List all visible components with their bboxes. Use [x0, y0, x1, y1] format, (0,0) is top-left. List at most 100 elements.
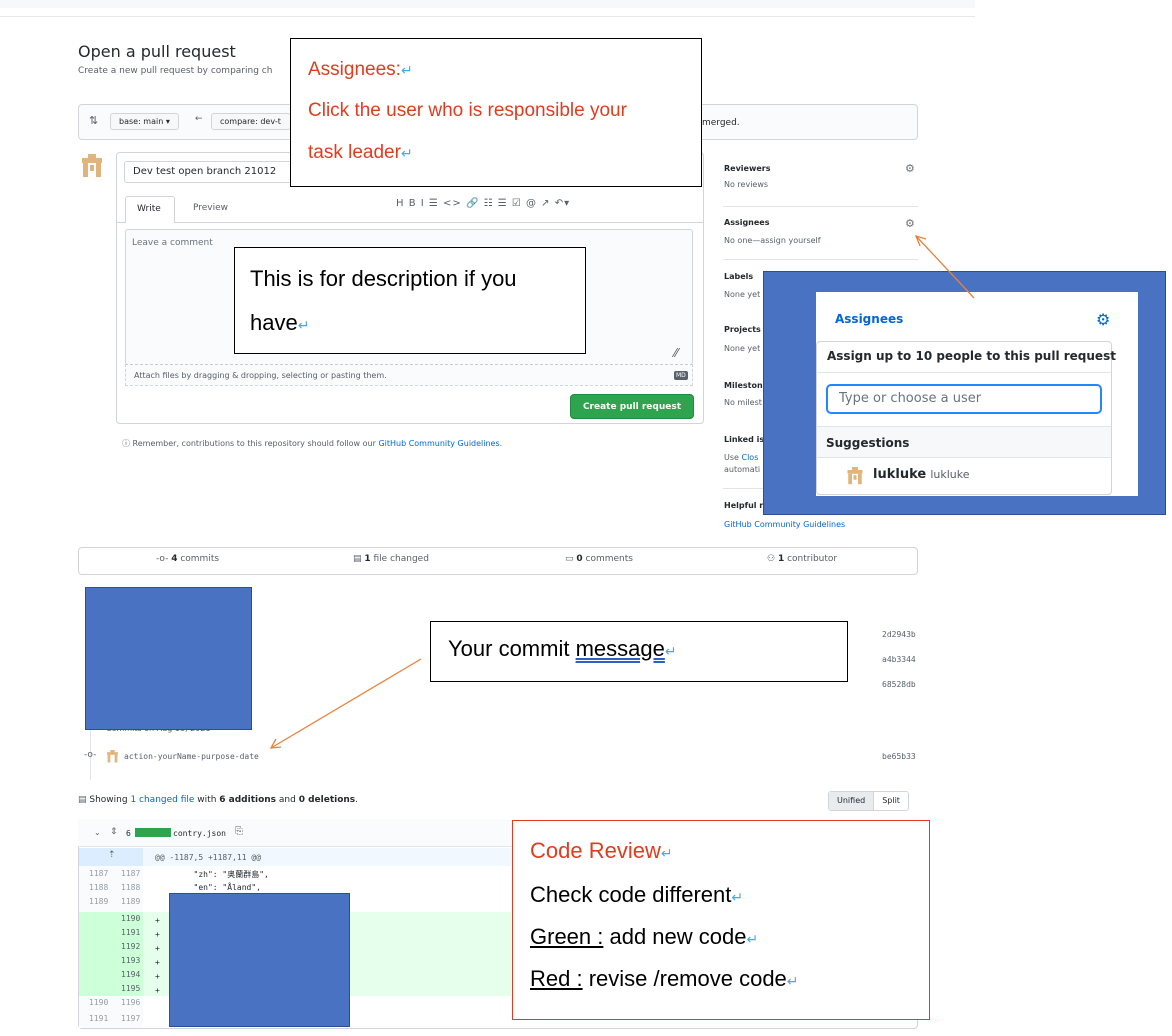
chevron-down-icon[interactable]: ⌄ [94, 828, 101, 837]
commits-tab[interactable]: -o- 4 commits [156, 554, 219, 564]
dropdown-divider [817, 372, 1111, 373]
commit-author-avatar [107, 750, 118, 763]
guidelines-link[interactable]: GitHub Community Guidelines [378, 439, 499, 448]
new-line-number: 1195 [121, 984, 141, 993]
expand-icon[interactable]: ⇕ [110, 827, 118, 837]
markdown-icon: MD [674, 371, 688, 380]
assignees-value[interactable]: No one—assign yourself [724, 236, 821, 245]
labels-heading[interactable]: Labels [724, 272, 753, 281]
commit-callout-text: Your commit message↵ [448, 636, 677, 662]
guidelines-notice-end: . [499, 439, 503, 448]
added-line-numbers: 1190 1191 1192 1193 1194 1195 [121, 912, 140, 996]
people-icon: ⚇ [767, 554, 778, 564]
return-mark-icon: ↵ [297, 317, 310, 333]
split-button[interactable]: Split [874, 792, 908, 810]
commit-sha[interactable]: 68528db [882, 680, 916, 689]
user-avatar [82, 154, 102, 177]
return-mark-icon: ↵ [660, 845, 673, 861]
comments-label: comments [582, 554, 633, 564]
guidelines-notice: ⓘ Remember, contributions to this reposi… [122, 438, 502, 449]
old-line-number: 1188 [89, 883, 109, 892]
contributors-tab[interactable]: ⚇ 1 contributor [767, 554, 837, 564]
commit-sha[interactable]: be65b33 [882, 752, 916, 761]
hunk-header: @@ -1187,5 +1187,11 @@ [155, 853, 261, 862]
assignees-heading[interactable]: Assignees [724, 218, 770, 227]
resize-handle-icon[interactable]: ⁄⁄ [674, 346, 678, 360]
old-line-number: 1189 [89, 897, 109, 906]
commit-sha[interactable]: 2d2943b [882, 630, 916, 639]
page-title: Open a pull request [78, 42, 236, 61]
milestone-value: No milest [724, 398, 762, 407]
assignees-callout-line: task leader↵ [308, 142, 413, 164]
description-callout-line: This is for description if you [250, 266, 517, 291]
diff-code-line: "zh": "奥蘭群島", [155, 870, 269, 879]
new-line-number: 1196 [121, 998, 141, 1007]
old-line-number: 1191 [89, 1014, 109, 1023]
return-mark-icon: ↵ [400, 62, 413, 78]
files-tab[interactable]: ▤ 1 file changed [353, 554, 429, 564]
user-search-input[interactable]: Type or choose a user [826, 384, 1102, 414]
gear-icon[interactable]: ⚙ [1096, 310, 1110, 329]
popover-title: Assignees [835, 312, 904, 326]
code-review-red-line: Red : revise /remove code↵ [530, 966, 799, 992]
new-line-number: 1194 [121, 970, 141, 979]
suggested-user-name: lukluke [930, 468, 970, 481]
reviewers-gear-icon[interactable]: ⚙ [905, 162, 915, 175]
arrow-to-commit [270, 658, 422, 749]
helpful-link[interactable]: GitHub Community Guidelines [724, 520, 845, 529]
callout-underlined-text: message [575, 636, 665, 661]
commit-icon: -o- [156, 554, 172, 564]
new-line-number: 1192 [121, 942, 141, 951]
dropdown-header: Assign up to 10 people to this pull requ… [827, 349, 1116, 363]
suggested-user-avatar [847, 467, 863, 485]
unified-button[interactable]: Unified [829, 792, 875, 810]
base-branch-button[interactable]: base: main ▾ [110, 113, 179, 130]
arrow-left-icon: ← [195, 114, 203, 124]
comments-tab[interactable]: ▭ 0 comments [565, 554, 633, 564]
callout-line-text: have [250, 310, 298, 335]
showing-end: . [355, 795, 359, 805]
description-callout-line: have↵ [250, 310, 309, 336]
tab-write[interactable]: Write [125, 196, 175, 223]
assignees-gear-icon[interactable]: ⚙ [905, 217, 915, 230]
projects-heading[interactable]: Projects [724, 325, 761, 334]
markdown-toolbar[interactable]: H B I ☰ <> 🔗 ☷ ☰ ☑ @ ↗ ↶▾ [396, 198, 570, 209]
commit-message[interactable]: action-yourName-purpose-date [124, 752, 259, 761]
callout-line-text: task leader [308, 142, 401, 163]
return-mark-icon: ↵ [786, 973, 799, 989]
return-mark-icon: ↵ [400, 145, 413, 161]
arrowhead [269, 738, 282, 749]
suggested-user[interactable]: lukluke lukluke [873, 467, 970, 482]
linked-issues-value-2: automati [724, 465, 761, 474]
compare-branch-button[interactable]: compare: dev-t [211, 113, 291, 130]
top-divider [0, 16, 975, 17]
diff-view-toggle: Unified Split [828, 791, 909, 811]
new-line-number: 1190 [121, 914, 141, 923]
callout-heading-text: Code Review [530, 838, 661, 863]
reviewers-heading[interactable]: Reviewers [724, 164, 771, 173]
linked-link[interactable]: Clos [742, 453, 759, 462]
return-mark-icon: ↵ [746, 931, 759, 947]
comment-placeholder: Leave a comment [132, 238, 213, 248]
expand-up-icon[interactable]: ⇡ [108, 850, 116, 860]
green-text: add new code [603, 924, 747, 949]
commit-sha[interactable]: a4b3344 [882, 655, 916, 664]
showing-text: Showing [89, 795, 131, 805]
diff-file-name[interactable]: contry.json [173, 829, 226, 838]
suggestions-label: Suggestions [817, 426, 1111, 458]
milestone-heading[interactable]: Mileston [724, 381, 763, 390]
diffstat-bar [135, 828, 171, 837]
assignees-callout-heading: Assignees:↵ [308, 59, 413, 81]
changed-files-link[interactable]: 1 changed file [130, 795, 194, 805]
tab-preview[interactable]: Preview [193, 203, 228, 213]
redaction-mask [169, 893, 350, 1027]
files-label: file changed [370, 554, 429, 564]
new-line-number: 1187 [121, 869, 141, 878]
green-label: Green : [530, 924, 604, 949]
new-line-number: 1189 [121, 897, 141, 906]
copy-icon[interactable]: ⎘ [235, 826, 243, 837]
attach-files-bar[interactable]: Attach files by dragging & dropping, sel… [125, 364, 693, 386]
new-line-number: 1188 [121, 883, 141, 892]
create-pull-request-button[interactable]: Create pull request [570, 394, 694, 419]
old-line-number: 1187 [89, 869, 109, 878]
